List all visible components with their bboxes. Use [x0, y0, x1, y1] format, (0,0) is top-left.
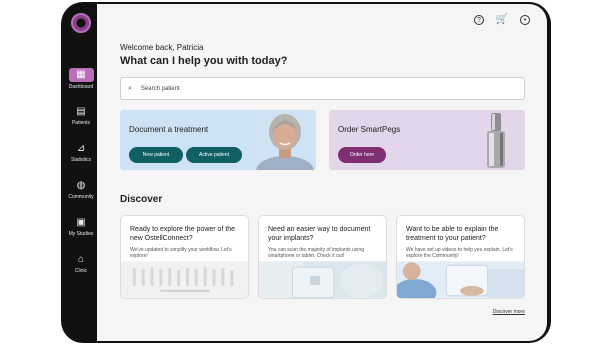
discover-card[interactable]: Need an easier way to document your impl…: [258, 215, 387, 299]
discover-card-body: We've updated to simplify your workflow.…: [130, 247, 232, 259]
active-patient-button[interactable]: Active patient: [186, 147, 242, 163]
page-title: What can I help you with today?: [120, 55, 288, 67]
document-treatment-card: Document a treatment New patient Active …: [120, 110, 316, 170]
welcome-text: Welcome back, Patricia: [120, 43, 204, 52]
new-patient-button[interactable]: New patient: [129, 147, 183, 163]
sidebar-item-label: My Studies: [68, 231, 94, 237]
chart-icon: ⊿: [76, 143, 86, 154]
sidebar-item-label: Community: [68, 194, 94, 200]
order-smartpegs-card: Order SmartPegs Order here: [329, 110, 525, 170]
discover-heading: Discover: [120, 194, 163, 205]
discover-card[interactable]: Ready to explore the power of the new Os…: [120, 215, 249, 299]
sidebar-item-community[interactable]: ◍ Community: [64, 179, 98, 200]
app-logo: [71, 13, 91, 33]
document-treatment-title: Document a treatment: [129, 125, 209, 134]
sidebar-item-my-studies[interactable]: ▣ My Studies: [64, 216, 98, 237]
sidebar-item-clinic[interactable]: ⌂ Clinic: [64, 253, 98, 274]
discover-more-link[interactable]: Discover more: [493, 309, 525, 315]
grid-icon: ▦: [68, 68, 94, 82]
discover-card[interactable]: Want to be able to explain the treatment…: [396, 215, 525, 299]
order-smartpegs-title: Order SmartPegs: [338, 125, 401, 134]
sidebar-item-label: Clinic: [74, 268, 88, 274]
order-here-button[interactable]: Order here: [338, 147, 386, 163]
workflow-thumbnail: [121, 261, 248, 298]
discover-card-body: We have set up videos to help you explai…: [406, 247, 513, 259]
sidebar-item-patients[interactable]: ▤ Patients: [64, 105, 98, 126]
building-icon: ⌂: [77, 254, 85, 265]
sidebar-item-label: Statistics: [70, 157, 91, 163]
sidebar-item-dashboard[interactable]: ▦ Dashboard: [64, 68, 98, 90]
help-icon[interactable]: ?: [474, 15, 484, 25]
account-icon[interactable]: •: [520, 15, 530, 25]
discover-card-title: Want to be able to explain the treatment…: [406, 226, 499, 242]
search-icon: ⌕: [128, 84, 132, 92]
search-input[interactable]: ⌕ Search patient: [120, 77, 525, 100]
discover-card-title: Need an easier way to document your impl…: [268, 226, 371, 242]
sidebar-item-statistics[interactable]: ⊿ Statistics: [64, 142, 98, 163]
top-actions: ? 🛒 •: [474, 15, 530, 25]
globe-icon: ◍: [76, 180, 86, 191]
scan-thumbnail: [259, 261, 386, 298]
cart-icon[interactable]: 🛒: [496, 15, 508, 25]
sidebar-item-label: Patients: [71, 120, 91, 126]
folder-icon: ▣: [76, 217, 86, 228]
search-placeholder: Search patient: [140, 85, 180, 92]
discover-card-title: Ready to explore the power of the new Os…: [130, 226, 236, 242]
patient-portrait: [254, 110, 316, 170]
discover-card-body: You can scan the majority of implants us…: [268, 247, 364, 259]
explain-thumbnail: [397, 261, 524, 298]
sidebar: ▦ Dashboard ▤ Patients ⊿ Statistics ◍ Co…: [64, 6, 96, 336]
clipboard-icon: ▤: [76, 106, 86, 117]
sidebar-item-label: Dashboard: [68, 84, 94, 90]
smartpeg-image: [487, 113, 505, 168]
